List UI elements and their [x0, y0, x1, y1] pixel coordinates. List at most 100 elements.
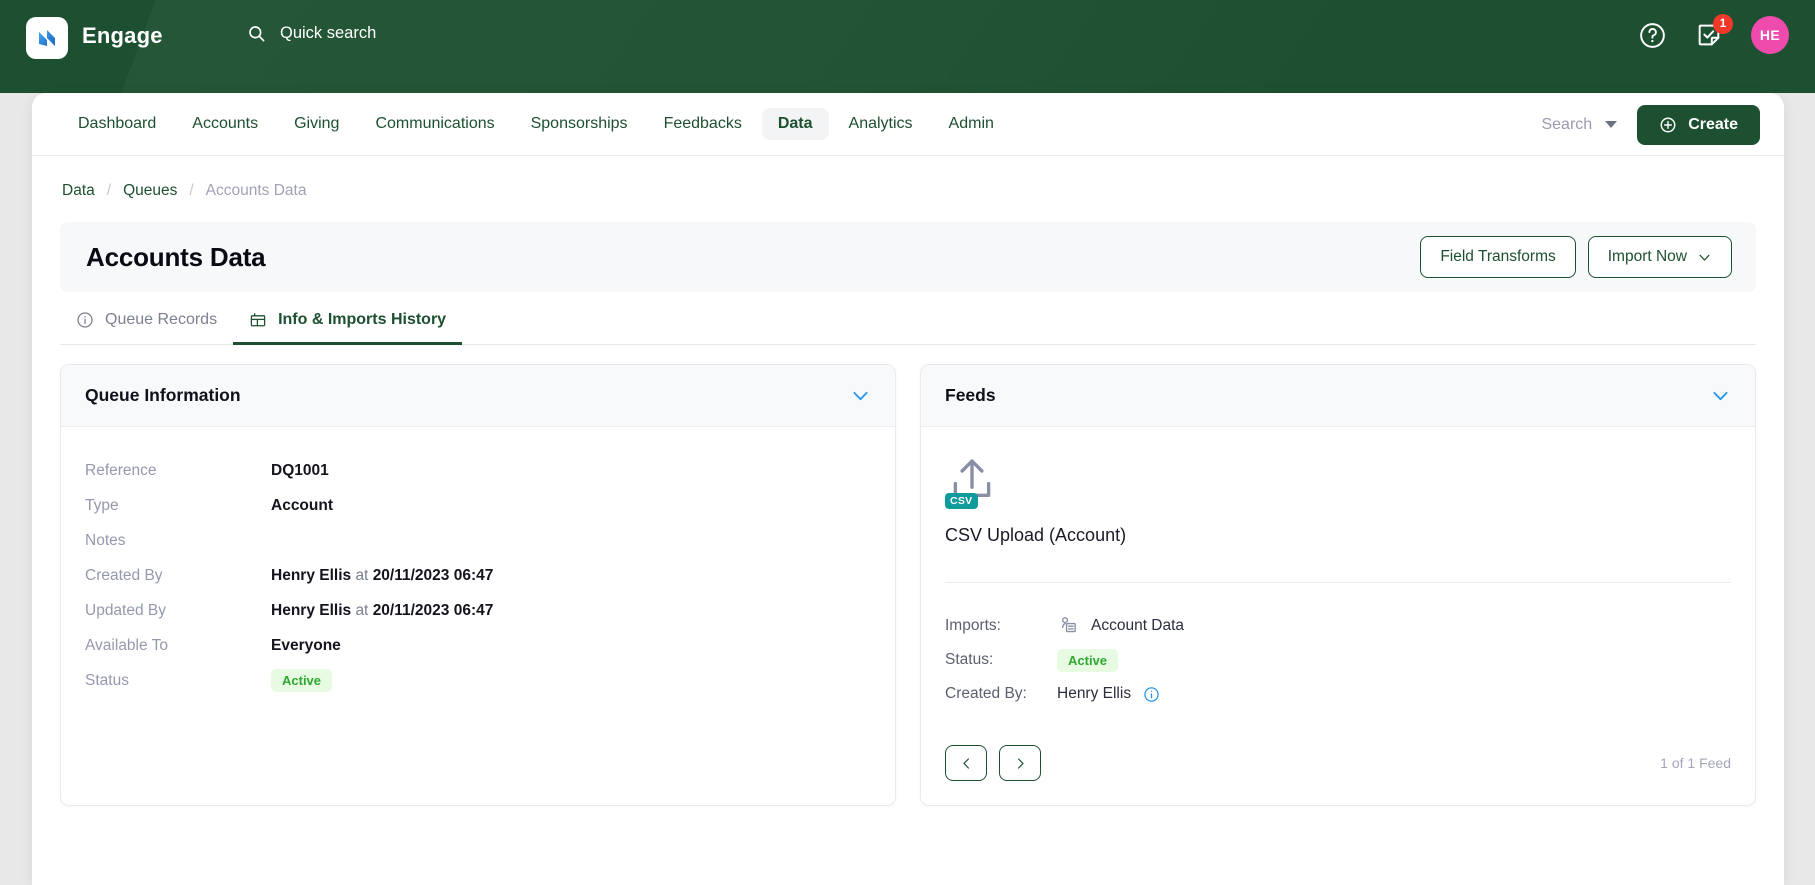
- header-actions: 1 HE: [1638, 14, 1789, 54]
- task-check-icon[interactable]: 1: [1695, 14, 1733, 49]
- created-by-datetime: 20/11/2023 06:47: [372, 566, 494, 584]
- feed-status-badge: Active: [1057, 648, 1119, 672]
- info-label: Status: [85, 671, 129, 689]
- help-circle-icon[interactable]: [1638, 21, 1667, 50]
- feeds-title: Feeds: [945, 385, 996, 405]
- feed-divider: [945, 582, 1731, 583]
- field-transforms-button[interactable]: Field Transforms: [1420, 236, 1576, 278]
- app-page: Engage Quick search 1 HE Dashboard Accou…: [0, 0, 1815, 885]
- engage-logo-icon[interactable]: [26, 17, 68, 59]
- chevron-right-icon: [1013, 756, 1028, 771]
- info-row-available-to: Available To Everyone: [85, 628, 871, 663]
- feed-value: Active: [1057, 648, 1119, 672]
- feed-label: Imports:: [945, 617, 1001, 634]
- info-value: Henry Ellis at 20/11/2023 06:47: [271, 567, 493, 585]
- info-value: Everyone: [271, 636, 341, 654]
- feed-row-status: Status: Active: [945, 643, 1731, 677]
- avatar[interactable]: HE: [1751, 16, 1789, 54]
- nav-item-admin[interactable]: Admin: [933, 108, 1010, 140]
- info-label: Created By: [85, 566, 163, 584]
- breadcrumb-separator: /: [106, 182, 112, 199]
- page-tabs: Queue Records Info & Imports History: [60, 292, 1756, 345]
- tab-info-imports-history[interactable]: Info & Imports History: [233, 311, 463, 345]
- info-value: Account: [271, 496, 333, 514]
- search-icon: [247, 24, 266, 43]
- breadcrumb: Data / Queues / Accounts Data: [32, 156, 1784, 200]
- chevron-left-icon: [959, 756, 974, 771]
- tab-queue-records[interactable]: Queue Records: [60, 311, 233, 344]
- caret-down-icon: [1605, 121, 1618, 128]
- feeds-prev-button[interactable]: [945, 745, 987, 781]
- feed-name: CSV Upload (Account): [945, 525, 1127, 545]
- info-label: Type: [85, 496, 119, 514]
- info-row-type: Type Account: [85, 488, 871, 523]
- main-navigation: Dashboard Accounts Giving Communications…: [32, 93, 1784, 156]
- breadcrumb-item-accounts-data: Accounts Data: [205, 182, 307, 199]
- info-row-notes: Notes: [85, 523, 871, 558]
- info-value: DQ1001: [271, 461, 329, 479]
- page-title-bar: Accounts Data Field Transforms Import No…: [60, 222, 1756, 292]
- info-row-updated-by: Updated By Henry Ellis at 20/11/2023 06:…: [85, 593, 871, 628]
- breadcrumb-item-queues[interactable]: Queues: [123, 182, 177, 200]
- task-badge-count: 1: [1713, 14, 1733, 34]
- table-grid-icon: [249, 311, 267, 329]
- pager-controls: [945, 745, 1041, 781]
- page-actions: Field Transforms Import Now: [1420, 236, 1732, 278]
- feed-label: Status:: [945, 651, 994, 668]
- feeds-header: Feeds: [921, 365, 1755, 427]
- nav-item-feedbacks[interactable]: Feedbacks: [648, 108, 758, 140]
- feeds-pagination: 1 of 1 Feed: [945, 745, 1731, 781]
- nav-item-accounts[interactable]: Accounts: [176, 108, 274, 140]
- search-dropdown[interactable]: Search: [1541, 115, 1618, 134]
- feed-label: Created By:: [945, 685, 1027, 702]
- import-now-button[interactable]: Import Now: [1587, 236, 1732, 278]
- quick-search-input[interactable]: Quick search: [247, 24, 376, 43]
- field-transforms-label: Field Transforms: [1440, 248, 1556, 265]
- info-label: Available To: [85, 636, 169, 654]
- page-title: Accounts Data: [86, 241, 266, 272]
- create-button-label: Create: [1688, 115, 1738, 133]
- info-row-status: Status Active: [85, 663, 871, 698]
- brand-name: Engage: [82, 23, 163, 48]
- imports-value-label: Account Data: [1091, 617, 1185, 634]
- breadcrumb-separator: /: [189, 182, 194, 199]
- nav-item-sponsorships[interactable]: Sponsorships: [515, 108, 644, 140]
- create-button[interactable]: Create: [1637, 104, 1760, 145]
- breadcrumb-item-data[interactable]: Data: [62, 182, 95, 200]
- nav-item-analytics[interactable]: Analytics: [833, 108, 929, 140]
- nav-item-data[interactable]: Data: [761, 108, 829, 140]
- panels-row: Queue Information Reference DQ1001 Type: [60, 364, 1756, 806]
- nav-item-communications[interactable]: Communications: [359, 108, 510, 140]
- feeds-collapse-chevron-down-icon[interactable]: [1710, 385, 1731, 406]
- updated-by-connector: at: [355, 601, 369, 619]
- info-row-created-by: Created By Henry Ellis at 20/11/2023 06:…: [85, 558, 871, 593]
- tab-queue-records-label: Queue Records: [105, 311, 218, 328]
- feeds-next-button[interactable]: [999, 745, 1041, 781]
- feed-row-created-by: Created By: Henry Ellis: [945, 677, 1731, 711]
- info-circle-icon[interactable]: [1143, 686, 1160, 703]
- feeds-count-label: 1 of 1 Feed: [1660, 755, 1731, 771]
- nav-item-giving[interactable]: Giving: [278, 108, 355, 140]
- top-header-bar: Engage Quick search 1 HE: [0, 0, 1815, 93]
- nav-right-actions: Search Create: [1541, 93, 1760, 156]
- feed-value: Henry Ellis: [1057, 685, 1160, 703]
- info-value: Henry Ellis at 20/11/2023 06:47: [271, 602, 493, 620]
- nav-items: Dashboard Accounts Giving Communications…: [32, 108, 1010, 140]
- quick-search-label: Quick search: [280, 24, 377, 42]
- updated-by-user: Henry Ellis: [271, 601, 352, 619]
- queue-information-header: Queue Information: [61, 365, 895, 427]
- queue-information-panel: Queue Information Reference DQ1001 Type: [60, 364, 896, 806]
- chevron-down-icon: [1697, 250, 1712, 265]
- queue-information-collapse-chevron-down-icon[interactable]: [850, 385, 871, 406]
- created-by-connector: at: [355, 566, 369, 584]
- tab-info-imports-history-label: Info & Imports History: [278, 311, 447, 328]
- info-label: Reference: [85, 461, 157, 479]
- csv-upload-icon: CSV: [945, 453, 1001, 509]
- queue-information-title: Queue Information: [85, 385, 241, 405]
- search-dropdown-label: Search: [1541, 115, 1593, 133]
- status-badge-label: Active: [271, 669, 333, 692]
- status-badge: Active: [271, 669, 333, 692]
- info-circle-icon: [76, 311, 94, 329]
- feed-row-imports: Imports: Account Data: [945, 609, 1731, 643]
- nav-item-dashboard[interactable]: Dashboard: [62, 108, 172, 140]
